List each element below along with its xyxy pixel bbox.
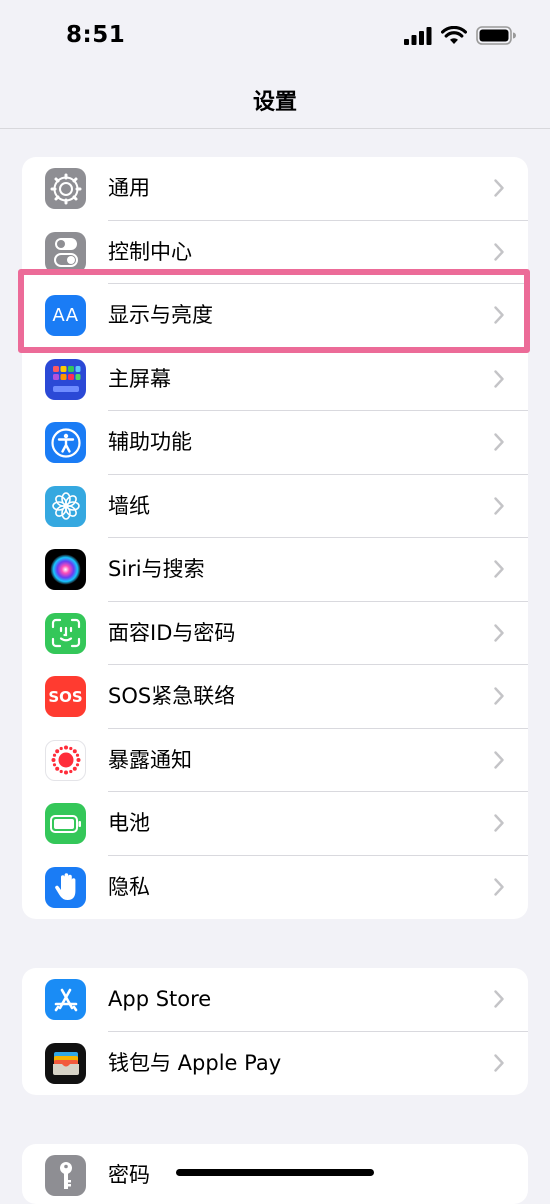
status-icons: [404, 26, 516, 45]
wallet-icon: [45, 1042, 86, 1084]
settings-item-label: App Store: [108, 987, 212, 1011]
settings-item-label: 面容ID与密码: [108, 620, 236, 645]
home-indicator: [176, 1169, 374, 1176]
status-bar: 8:51: [0, 0, 550, 72]
navigation-bar: 设置: [0, 72, 550, 129]
chevron-right-icon: [494, 750, 504, 769]
settings-item-wallpaper[interactable]: 墙纸: [22, 475, 528, 538]
gear-icon: [45, 168, 86, 209]
chevron-right-icon: [494, 433, 504, 451]
key-icon: [45, 1155, 86, 1196]
status-time: 8:51: [66, 22, 126, 48]
settings-item-label: Siri与搜索: [108, 557, 205, 581]
settings-item-label: 隐私: [108, 874, 150, 899]
settings-item-label: 通用: [108, 176, 150, 200]
battery-icon: [45, 803, 86, 844]
cellular-signal-icon: [404, 26, 432, 45]
settings-item-label: 钱包与 Apple Pay: [108, 1050, 282, 1075]
privacy-hand-icon: [45, 866, 86, 908]
app-store-icon: [45, 979, 86, 1020]
settings-item-home-screen[interactable]: 主屏幕: [22, 348, 528, 411]
settings-item-face-id[interactable]: 面容ID与密码: [22, 602, 528, 665]
chevron-right-icon: [494, 1053, 504, 1072]
battery-status-icon: [476, 26, 516, 45]
settings-item-wallet-apple-pay[interactable]: 钱包与 Apple Pay: [22, 1032, 528, 1096]
exposure-notification-icon: [45, 739, 86, 781]
settings-item-label: 墙纸: [108, 493, 150, 518]
settings-item-battery[interactable]: 电池: [22, 792, 528, 856]
chevron-right-icon: [494, 179, 504, 197]
settings-item-emergency-sos[interactable]: SOS SOS紧急联络: [22, 665, 528, 729]
settings-item-label: 密码: [108, 1163, 150, 1187]
wifi-icon: [441, 26, 467, 44]
face-id-icon: [45, 612, 86, 654]
chevron-right-icon: [494, 369, 504, 388]
settings-item-exposure-notifications[interactable]: 暴露通知: [22, 729, 528, 792]
chevron-right-icon: [494, 560, 504, 578]
chevron-right-icon: [494, 877, 504, 896]
chevron-right-icon: [494, 496, 504, 515]
chevron-right-icon: [494, 814, 504, 832]
settings-group-store: App Store 钱包与 Apple Pay: [22, 968, 528, 1095]
highlight-frame: [18, 269, 530, 353]
settings-item-privacy[interactable]: 隐私: [22, 856, 528, 920]
toggles-icon: [45, 231, 86, 273]
settings-item-label: SOS紧急联络: [108, 684, 236, 708]
siri-icon: [45, 549, 86, 590]
page-title: 设置: [252, 90, 297, 115]
settings-item-accessibility[interactable]: 辅助功能: [22, 411, 528, 475]
chevron-right-icon: [494, 687, 504, 705]
chevron-right-icon: [494, 990, 504, 1008]
settings-item-general[interactable]: 通用: [22, 157, 528, 221]
settings-item-label: 暴露通知: [108, 747, 192, 772]
chevron-right-icon: [494, 623, 504, 642]
settings-item-app-store[interactable]: App Store: [22, 968, 528, 1032]
settings-item-label: 辅助功能: [108, 430, 192, 454]
settings-item-siri-search[interactable]: Siri与搜索: [22, 538, 528, 602]
accessibility-icon: [45, 422, 86, 463]
home-screen-icon: [45, 358, 86, 400]
sos-icon: SOS: [45, 676, 86, 717]
settings-item-label: 电池: [108, 811, 150, 835]
settings-item-label: 主屏幕: [108, 366, 171, 391]
chevron-right-icon: [494, 242, 504, 261]
wallpaper-flower-icon: [45, 485, 86, 527]
